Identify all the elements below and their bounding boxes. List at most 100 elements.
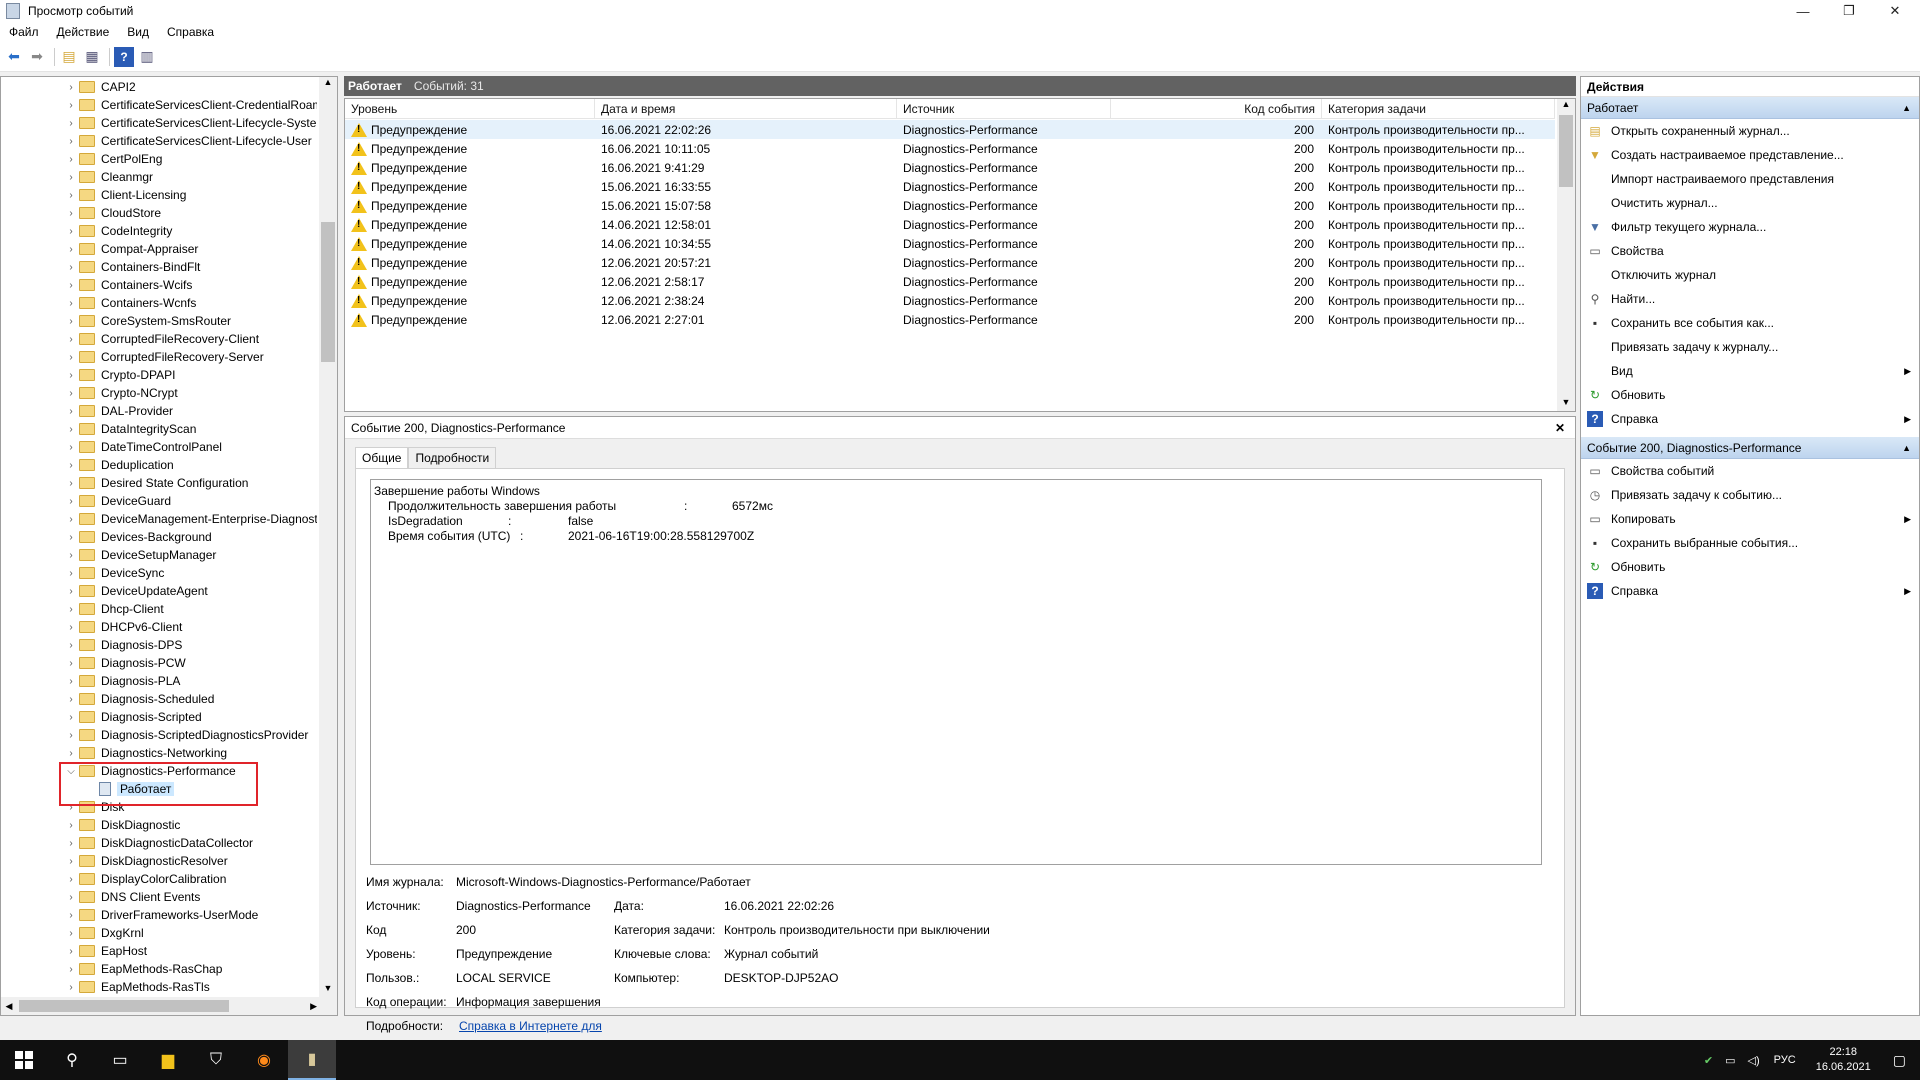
tree-item[interactable]: › EapMethods-RasChap (63, 960, 222, 978)
expand-chevron-icon[interactable]: › (63, 262, 79, 273)
action-item[interactable]: ↻ Обновить (1581, 555, 1919, 579)
scroll-up-arrow-icon[interactable]: ▲ (1557, 99, 1575, 113)
tree-item[interactable]: › CorruptedFileRecovery-Server (63, 348, 263, 366)
expand-chevron-icon[interactable]: › (63, 82, 79, 93)
action-item[interactable]: ▭ Свойства событий (1581, 459, 1919, 483)
expand-chevron-icon[interactable]: › (63, 280, 79, 291)
expand-chevron-icon[interactable]: › (63, 406, 79, 417)
expand-chevron-icon[interactable]: › (63, 658, 79, 669)
expand-chevron-icon[interactable]: › (63, 100, 79, 111)
column-datetime[interactable]: Дата и время (595, 99, 897, 119)
expand-chevron-icon[interactable]: › (63, 964, 79, 975)
event-row[interactable]: Предупреждение 15.06.2021 15:07:58 Diagnos… (345, 196, 1555, 215)
collapse-icon[interactable]: ▲ (1902, 97, 1911, 119)
expand-chevron-icon[interactable]: › (63, 514, 79, 525)
tree-item[interactable]: › CoreSystem-SmsRouter (63, 312, 231, 330)
expand-chevron-icon[interactable]: › (63, 136, 79, 147)
event-description[interactable]: Завершение работы Windows Продолжительно… (370, 479, 1542, 865)
file-explorer-icon[interactable]: ▆ (144, 1040, 192, 1080)
tree-item[interactable]: › DeviceGuard (63, 492, 171, 510)
event-row[interactable]: Предупреждение 16.06.2021 10:11:05 Diagnos… (345, 139, 1555, 158)
expand-chevron-icon[interactable]: › (63, 640, 79, 651)
prop-opcode-value[interactable]: Информация завершения (456, 995, 601, 1009)
scroll-down-arrow-icon[interactable]: ▼ (319, 983, 337, 997)
notifications-icon[interactable]: ▢ (1883, 1052, 1920, 1069)
action-item[interactable]: ▪ Сохранить все события как... (1581, 311, 1919, 335)
tree-item[interactable]: › Cleanmgr (63, 168, 153, 186)
menu-view[interactable]: Вид (118, 25, 158, 39)
menu-help[interactable]: Справка (158, 25, 223, 39)
tree-item[interactable]: › Containers-Wcifs (63, 276, 192, 294)
scroll-down-arrow-icon[interactable]: ▼ (1557, 397, 1575, 411)
tree-item[interactable]: › Diagnostics-Networking (63, 744, 227, 762)
close-detail-icon[interactable]: ✕ (1555, 421, 1565, 435)
expand-chevron-icon[interactable]: › (63, 118, 79, 129)
expand-chevron-icon[interactable]: › (63, 226, 79, 237)
tree-item[interactable]: › DriverFrameworks-UserMode (63, 906, 258, 924)
expand-chevron-icon[interactable]: › (63, 334, 79, 345)
expand-chevron-icon[interactable]: › (63, 442, 79, 453)
tree-item[interactable]: › DisplayColorCalibration (63, 870, 226, 888)
column-event-id[interactable]: Код события (1111, 99, 1322, 119)
action-item[interactable]: ▪ Сохранить выбранные события... (1581, 531, 1919, 555)
app-shield-icon[interactable]: ⛉ (192, 1040, 240, 1080)
scroll-thumb[interactable] (19, 1000, 229, 1012)
action-item[interactable]: ? Справка ▶ (1581, 579, 1919, 603)
expand-chevron-icon[interactable]: › (63, 568, 79, 579)
section-log-actions[interactable]: Работает ▲ (1581, 97, 1919, 119)
prop-source-value[interactable]: Diagnostics-Performance (456, 899, 591, 913)
tree-item[interactable]: › Deduplication (63, 456, 173, 474)
event-row[interactable]: Предупреждение 12.06.2021 2:38:24 Diagnost… (345, 291, 1555, 310)
tree-item[interactable]: › DiskDiagnosticDataCollector (63, 834, 253, 852)
expand-chevron-icon[interactable]: › (63, 244, 79, 255)
tree-item[interactable]: › Diagnosis-Scripted (63, 708, 201, 726)
expand-chevron-icon[interactable]: › (63, 874, 79, 885)
expand-chevron-icon[interactable]: › (63, 586, 79, 597)
expand-chevron-icon[interactable]: › (63, 910, 79, 921)
minimize-button[interactable]: — (1780, 0, 1826, 22)
tree-item[interactable]: › Crypto-NCrypt (63, 384, 177, 402)
action-item[interactable]: Вид ▶ (1581, 359, 1919, 383)
expand-chevron-icon[interactable]: › (63, 154, 79, 165)
action-item[interactable]: Импорт настраиваемого представления (1581, 167, 1919, 191)
volume-icon[interactable]: ◁) (1742, 1054, 1766, 1067)
action-item[interactable]: Очистить журнал... (1581, 191, 1919, 215)
event-row[interactable]: Предупреждение 16.06.2021 9:41:29 Diagnost… (345, 158, 1555, 177)
expand-chevron-icon[interactable]: › (63, 622, 79, 633)
maximize-button[interactable]: ❐ (1826, 0, 1872, 22)
tree-item[interactable]: › DiskDiagnostic (63, 816, 180, 834)
tree-item[interactable]: › DeviceSync (63, 564, 164, 582)
event-row[interactable]: Предупреждение 12.06.2021 2:27:01 Diagnost… (345, 310, 1555, 329)
expand-chevron-icon[interactable]: › (63, 424, 79, 435)
tree-vertical-scrollbar[interactable]: ▲ ▼ (319, 77, 337, 997)
scroll-left-arrow-icon[interactable]: ◀ (1, 1001, 17, 1012)
tree-item[interactable]: › Desired State Configuration (63, 474, 248, 492)
prop-category-value[interactable]: Контроль производительности при выключен… (724, 923, 990, 937)
section-event-actions[interactable]: Событие 200, Diagnostics-Performance ▲ (1581, 437, 1919, 459)
action-item[interactable]: ◷ Привязать задачу к событию... (1581, 483, 1919, 507)
event-row[interactable]: Предупреждение 14.06.2021 10:34:55 Diagnos… (345, 234, 1555, 253)
prop-level-value[interactable]: Предупреждение (456, 947, 552, 961)
tree-item[interactable]: › Diagnosis-DPS (63, 636, 182, 654)
tree-item[interactable]: › Diagnosis-PCW (63, 654, 185, 672)
expand-chevron-icon[interactable]: › (63, 856, 79, 867)
event-row[interactable]: Предупреждение 12.06.2021 20:57:21 Diagnos… (345, 253, 1555, 272)
expand-chevron-icon[interactable]: › (63, 730, 79, 741)
action-item[interactable]: ↻ Обновить (1581, 383, 1919, 407)
prop-user-value[interactable]: LOCAL SERVICE (456, 971, 551, 985)
expand-chevron-icon[interactable]: › (63, 352, 79, 363)
collapse-icon[interactable]: ▲ (1902, 437, 1911, 459)
back-icon[interactable]: ⬅ (4, 47, 24, 67)
prop-keywords-value[interactable]: Журнал событий (724, 947, 818, 961)
expand-chevron-icon[interactable]: › (63, 982, 79, 993)
expand-chevron-icon[interactable]: › (63, 694, 79, 705)
tree-item[interactable]: › CodeIntegrity (63, 222, 172, 240)
action-item[interactable]: ▼ Создать настраиваемое представление... (1581, 143, 1919, 167)
event-row[interactable]: Предупреждение 14.06.2021 12:58:01 Diagnos… (345, 215, 1555, 234)
start-button[interactable] (0, 1040, 48, 1080)
tree-item[interactable]: › Client-Licensing (63, 186, 186, 204)
scroll-up-arrow-icon[interactable]: ▲ (319, 77, 337, 91)
tree-item[interactable]: › Diagnosis-Scheduled (63, 690, 214, 708)
tab-general[interactable]: Общие (355, 447, 409, 469)
tree-item[interactable]: › CertificateServicesClient-CredentialRoa… (63, 96, 317, 114)
